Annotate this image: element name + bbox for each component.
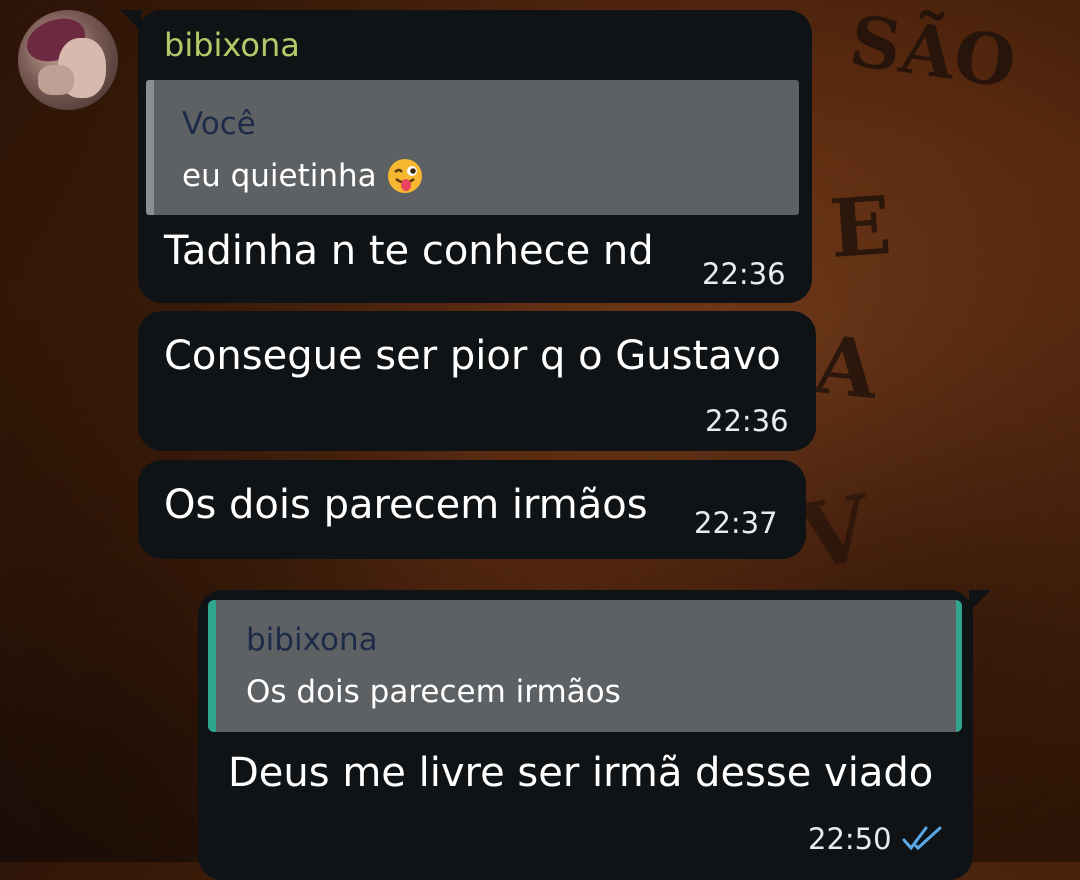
quoted-text: Os dois parecem irmãos (246, 674, 621, 710)
message-time: 22:37 (694, 506, 778, 540)
message-text: Tadinha n te conhece nd (164, 228, 654, 274)
incoming-message-bubble[interactable]: Os dois parecem irmãos 22:37 (138, 460, 806, 559)
quoted-text: eu quietinha (182, 158, 423, 194)
message-time: 22:50 (808, 822, 892, 856)
message-text: Deus me livre ser irmã desse viado (228, 750, 934, 796)
message-time: 22:36 (702, 257, 786, 291)
outgoing-message-bubble[interactable]: bibixona Os dois parecem irmãos Deus me … (198, 590, 991, 880)
quoted-author: Você (182, 106, 256, 142)
quoted-author: bibixona (246, 622, 378, 658)
incoming-message-bubble[interactable]: Consegue ser pior q o Gustavo 22:36 (138, 311, 816, 451)
quoted-message[interactable]: Você eu quietinha (146, 80, 799, 215)
message-text: Consegue ser pior q o Gustavo (164, 333, 781, 379)
read-receipt-double-check-icon (902, 826, 942, 851)
message-time: 22:36 (705, 404, 789, 438)
sender-name[interactable]: bibixona (164, 26, 300, 64)
incoming-message-bubble[interactable]: bibixona Você eu quietinha Tadinha n te … (120, 10, 812, 303)
winking-face-with-tongue-icon (387, 159, 422, 193)
contact-avatar[interactable] (18, 10, 118, 110)
quoted-message[interactable]: bibixona Os dois parecem irmãos (208, 600, 962, 732)
message-text: Os dois parecem irmãos (164, 482, 648, 528)
